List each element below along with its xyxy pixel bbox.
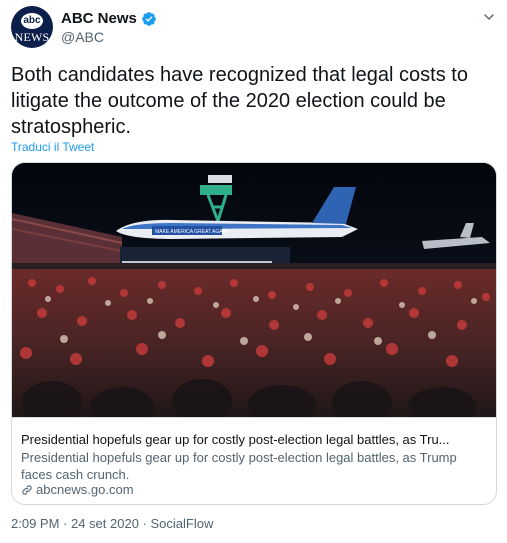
translate-tweet-link[interactable]: Traduci il Tweet: [11, 140, 94, 154]
verified-badge-icon: [142, 11, 156, 26]
card-domain-row[interactable]: abcnews.go.com: [21, 482, 134, 497]
author-name-row[interactable]: ABC News: [61, 10, 157, 27]
meta-separator-2: ·: [138, 516, 151, 531]
card-body[interactable]: Presidential hopefuls gear up for costly…: [12, 417, 496, 504]
link-card[interactable]: MAKE AMERICA GREAT AGAIN! Presidential h…: [11, 162, 497, 505]
rally-banner: MAKE AMERICA GREAT AGAIN!: [155, 229, 229, 235]
tweet-text: Both candidates have recognized that leg…: [11, 64, 468, 138]
avatar-news-text: NEWS: [14, 29, 50, 44]
meta-separator: ·: [59, 516, 71, 531]
card-image[interactable]: MAKE AMERICA GREAT AGAIN!: [12, 163, 496, 417]
handle[interactable]: @ABC: [61, 29, 104, 45]
card-domain: abcnews.go.com: [36, 482, 134, 497]
tweet: abc NEWS ABC News @ABC Both candidates h…: [0, 0, 507, 543]
rally-photo: MAKE AMERICA GREAT AGAIN!: [12, 163, 496, 417]
chevron-down-icon[interactable]: [481, 9, 497, 25]
display-name[interactable]: ABC News: [61, 10, 137, 27]
card-title[interactable]: Presidential hopefuls gear up for costly…: [21, 431, 487, 448]
card-description: Presidential hopefuls gear up for costly…: [21, 450, 457, 482]
tweet-date[interactable]: 24 set 2020: [71, 516, 139, 531]
tweet-source[interactable]: SocialFlow: [151, 516, 214, 531]
avatar-abc-logo: abc: [21, 12, 43, 29]
tweet-meta: 2:09 PM · 24 set 2020 · SocialFlow: [11, 516, 213, 531]
avatar[interactable]: abc NEWS: [11, 6, 53, 48]
link-icon: [22, 484, 32, 495]
tweet-time[interactable]: 2:09 PM: [11, 516, 59, 531]
